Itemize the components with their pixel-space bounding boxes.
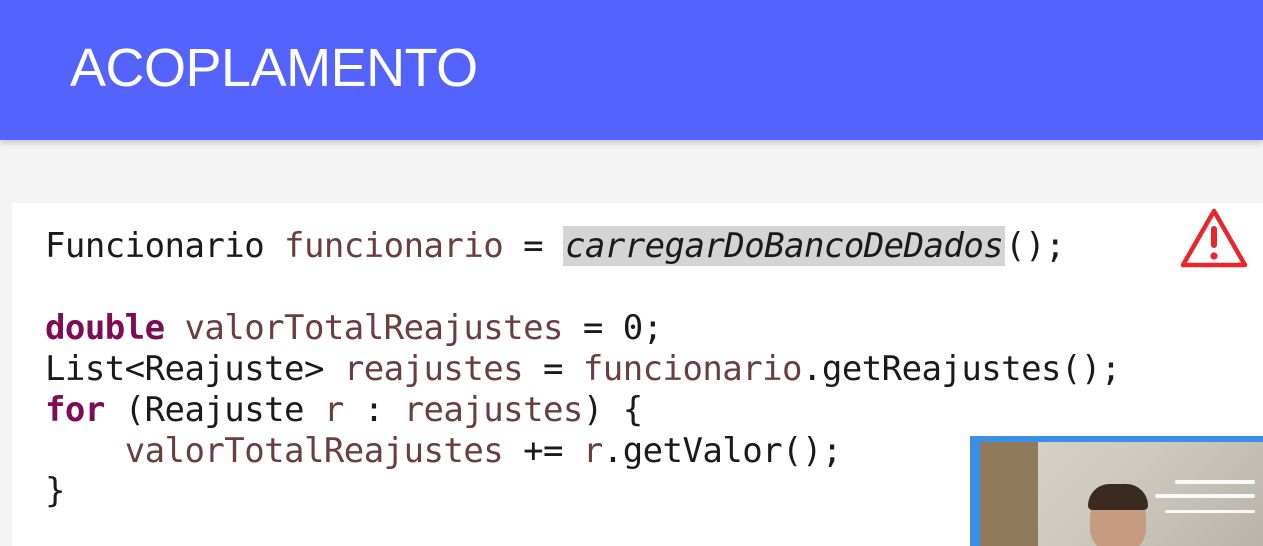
webcam-video [980, 442, 1263, 546]
code-line-3: List<Reajuste> reajustes = funcionario.g… [45, 349, 1121, 389]
code-variable: r [323, 390, 344, 430]
code-variable: reajustes [343, 349, 524, 389]
code-variable: funcionario [284, 226, 504, 266]
code-tail: ) { [582, 390, 643, 430]
slide-title: ACOPLAMENTO [70, 38, 478, 98]
code-line-6: } [45, 471, 65, 511]
code-tail: } [45, 471, 65, 511]
slide-header: ACOPLAMENTO [0, 0, 1263, 140]
code-operator: = [503, 226, 563, 266]
code-tail: .getValor(); [602, 431, 843, 471]
code-operator: = [523, 349, 583, 389]
code-variable: valorTotalReajustes [124, 431, 504, 471]
webcam-overlay [970, 436, 1263, 546]
code-line-2: double valorTotalReajustes = 0; [45, 308, 663, 348]
code-tail: .getReajustes(); [801, 349, 1121, 389]
code-keyword: for [45, 390, 105, 430]
code-variable: reajustes [403, 390, 584, 430]
code-operator: += [503, 431, 583, 471]
code-tail: = 0; [562, 308, 663, 348]
code-type: Funcionario [45, 226, 265, 266]
warning-triangle-icon [1180, 208, 1248, 268]
highlighted-method-call: carregarDoBancoDeDados [562, 226, 1006, 266]
person-hair [1088, 484, 1148, 510]
code-line-4: for (Reajuste r : reajustes) { [45, 390, 643, 430]
code-text: (Reajuste [104, 390, 324, 430]
code-line-5: valorTotalReajustes += r.getValor(); [45, 431, 843, 471]
code-operator: : [343, 390, 404, 430]
code-line-1: Funcionario funcionario = carregarDoBanc… [45, 226, 1065, 266]
code-keyword: double [45, 308, 165, 348]
code-field: funcionario [582, 349, 803, 389]
code-variable: r [582, 431, 603, 471]
code-variable: valorTotalReajustes [184, 308, 563, 348]
code-type: List<Reajuste> [45, 349, 324, 389]
code-tail: (); [1005, 226, 1065, 266]
